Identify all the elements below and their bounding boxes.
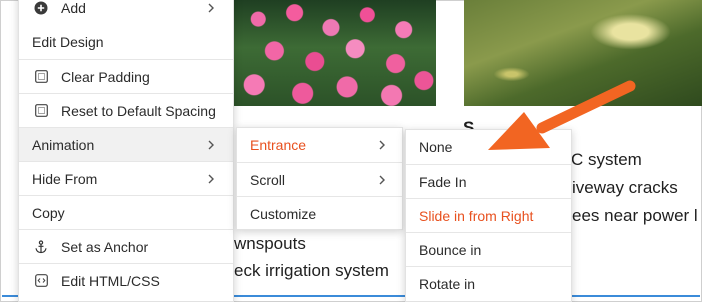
entrance-option-fade-in[interactable]: Fade In <box>406 164 571 198</box>
submenu-item-scroll[interactable]: Scroll <box>237 162 402 196</box>
code-icon <box>34 274 48 288</box>
bg-text-line: eck irrigation system <box>234 261 389 280</box>
entrance-option-slide-in-from-right[interactable]: Slide in from Right <box>406 198 571 232</box>
anchor-icon <box>34 239 48 254</box>
menu-item-label: Edit HTML/CSS <box>61 272 160 289</box>
submenu-item-label: Entrance <box>250 137 307 153</box>
menu-item-label: Set as Anchor <box>61 238 149 255</box>
bg-text-line: ees near power l <box>572 206 698 225</box>
menu-item-label: Animation <box>32 136 95 153</box>
menu-item-label: Hide From <box>32 170 98 187</box>
chevron-right-icon <box>207 173 217 185</box>
chevron-right-icon <box>207 139 217 151</box>
menu-item-hide-from[interactable]: Hide From <box>19 161 233 195</box>
menu-item-label: Copy <box>32 204 65 221</box>
menu-item-set-as-anchor[interactable]: Set as Anchor <box>19 229 233 263</box>
menu-item-label: Add <box>61 0 86 16</box>
chevron-right-icon <box>378 174 388 186</box>
spacing-box-icon <box>34 104 48 118</box>
menu-item-clear-padding[interactable]: Clear Padding <box>19 59 233 93</box>
tulips-image <box>234 0 436 106</box>
entrance-option-label: Slide in from Right <box>419 207 534 224</box>
entrance-option-label: Fade In <box>419 173 467 190</box>
plus-circle-icon <box>34 1 48 15</box>
context-menu: Add Edit Design Clear Padding Reset to D… <box>18 0 234 302</box>
chevron-right-icon <box>378 139 388 151</box>
padding-box-icon <box>34 70 48 84</box>
chevron-right-icon <box>207 2 217 14</box>
menu-item-add[interactable]: Add <box>19 0 233 25</box>
submenu-item-label: Scroll <box>250 171 286 188</box>
menu-item-edit-html-css[interactable]: Edit HTML/CSS <box>19 263 233 297</box>
menu-item-edit-design[interactable]: Edit Design <box>19 25 233 59</box>
entrance-option-bounce-in[interactable]: Bounce in <box>406 232 571 266</box>
submenu-item-label: Customize <box>250 205 317 222</box>
submenu-item-entrance[interactable]: Entrance <box>237 128 402 162</box>
animation-submenu: Entrance Scroll Customize <box>236 127 403 230</box>
annotation-arrow-icon <box>488 80 636 150</box>
entrance-option-rotate-in[interactable]: Rotate in <box>406 266 571 300</box>
menu-item-label: Reset to Default Spacing <box>61 102 216 119</box>
menu-item-label: Clear Padding <box>61 68 150 85</box>
menu-item-animation[interactable]: Animation <box>19 127 233 161</box>
bg-text-line: iveway cracks <box>572 178 678 197</box>
entrance-option-label: Rotate in <box>419 275 476 292</box>
menu-item-label: Edit Design <box>32 34 104 50</box>
bg-text-line: wnspouts <box>234 234 306 253</box>
menu-item-reset-spacing[interactable]: Reset to Default Spacing <box>19 93 233 127</box>
entrance-option-label: Bounce in <box>419 241 482 258</box>
submenu-item-customize[interactable]: Customize <box>237 196 402 230</box>
menu-item-copy[interactable]: Copy <box>19 195 233 229</box>
